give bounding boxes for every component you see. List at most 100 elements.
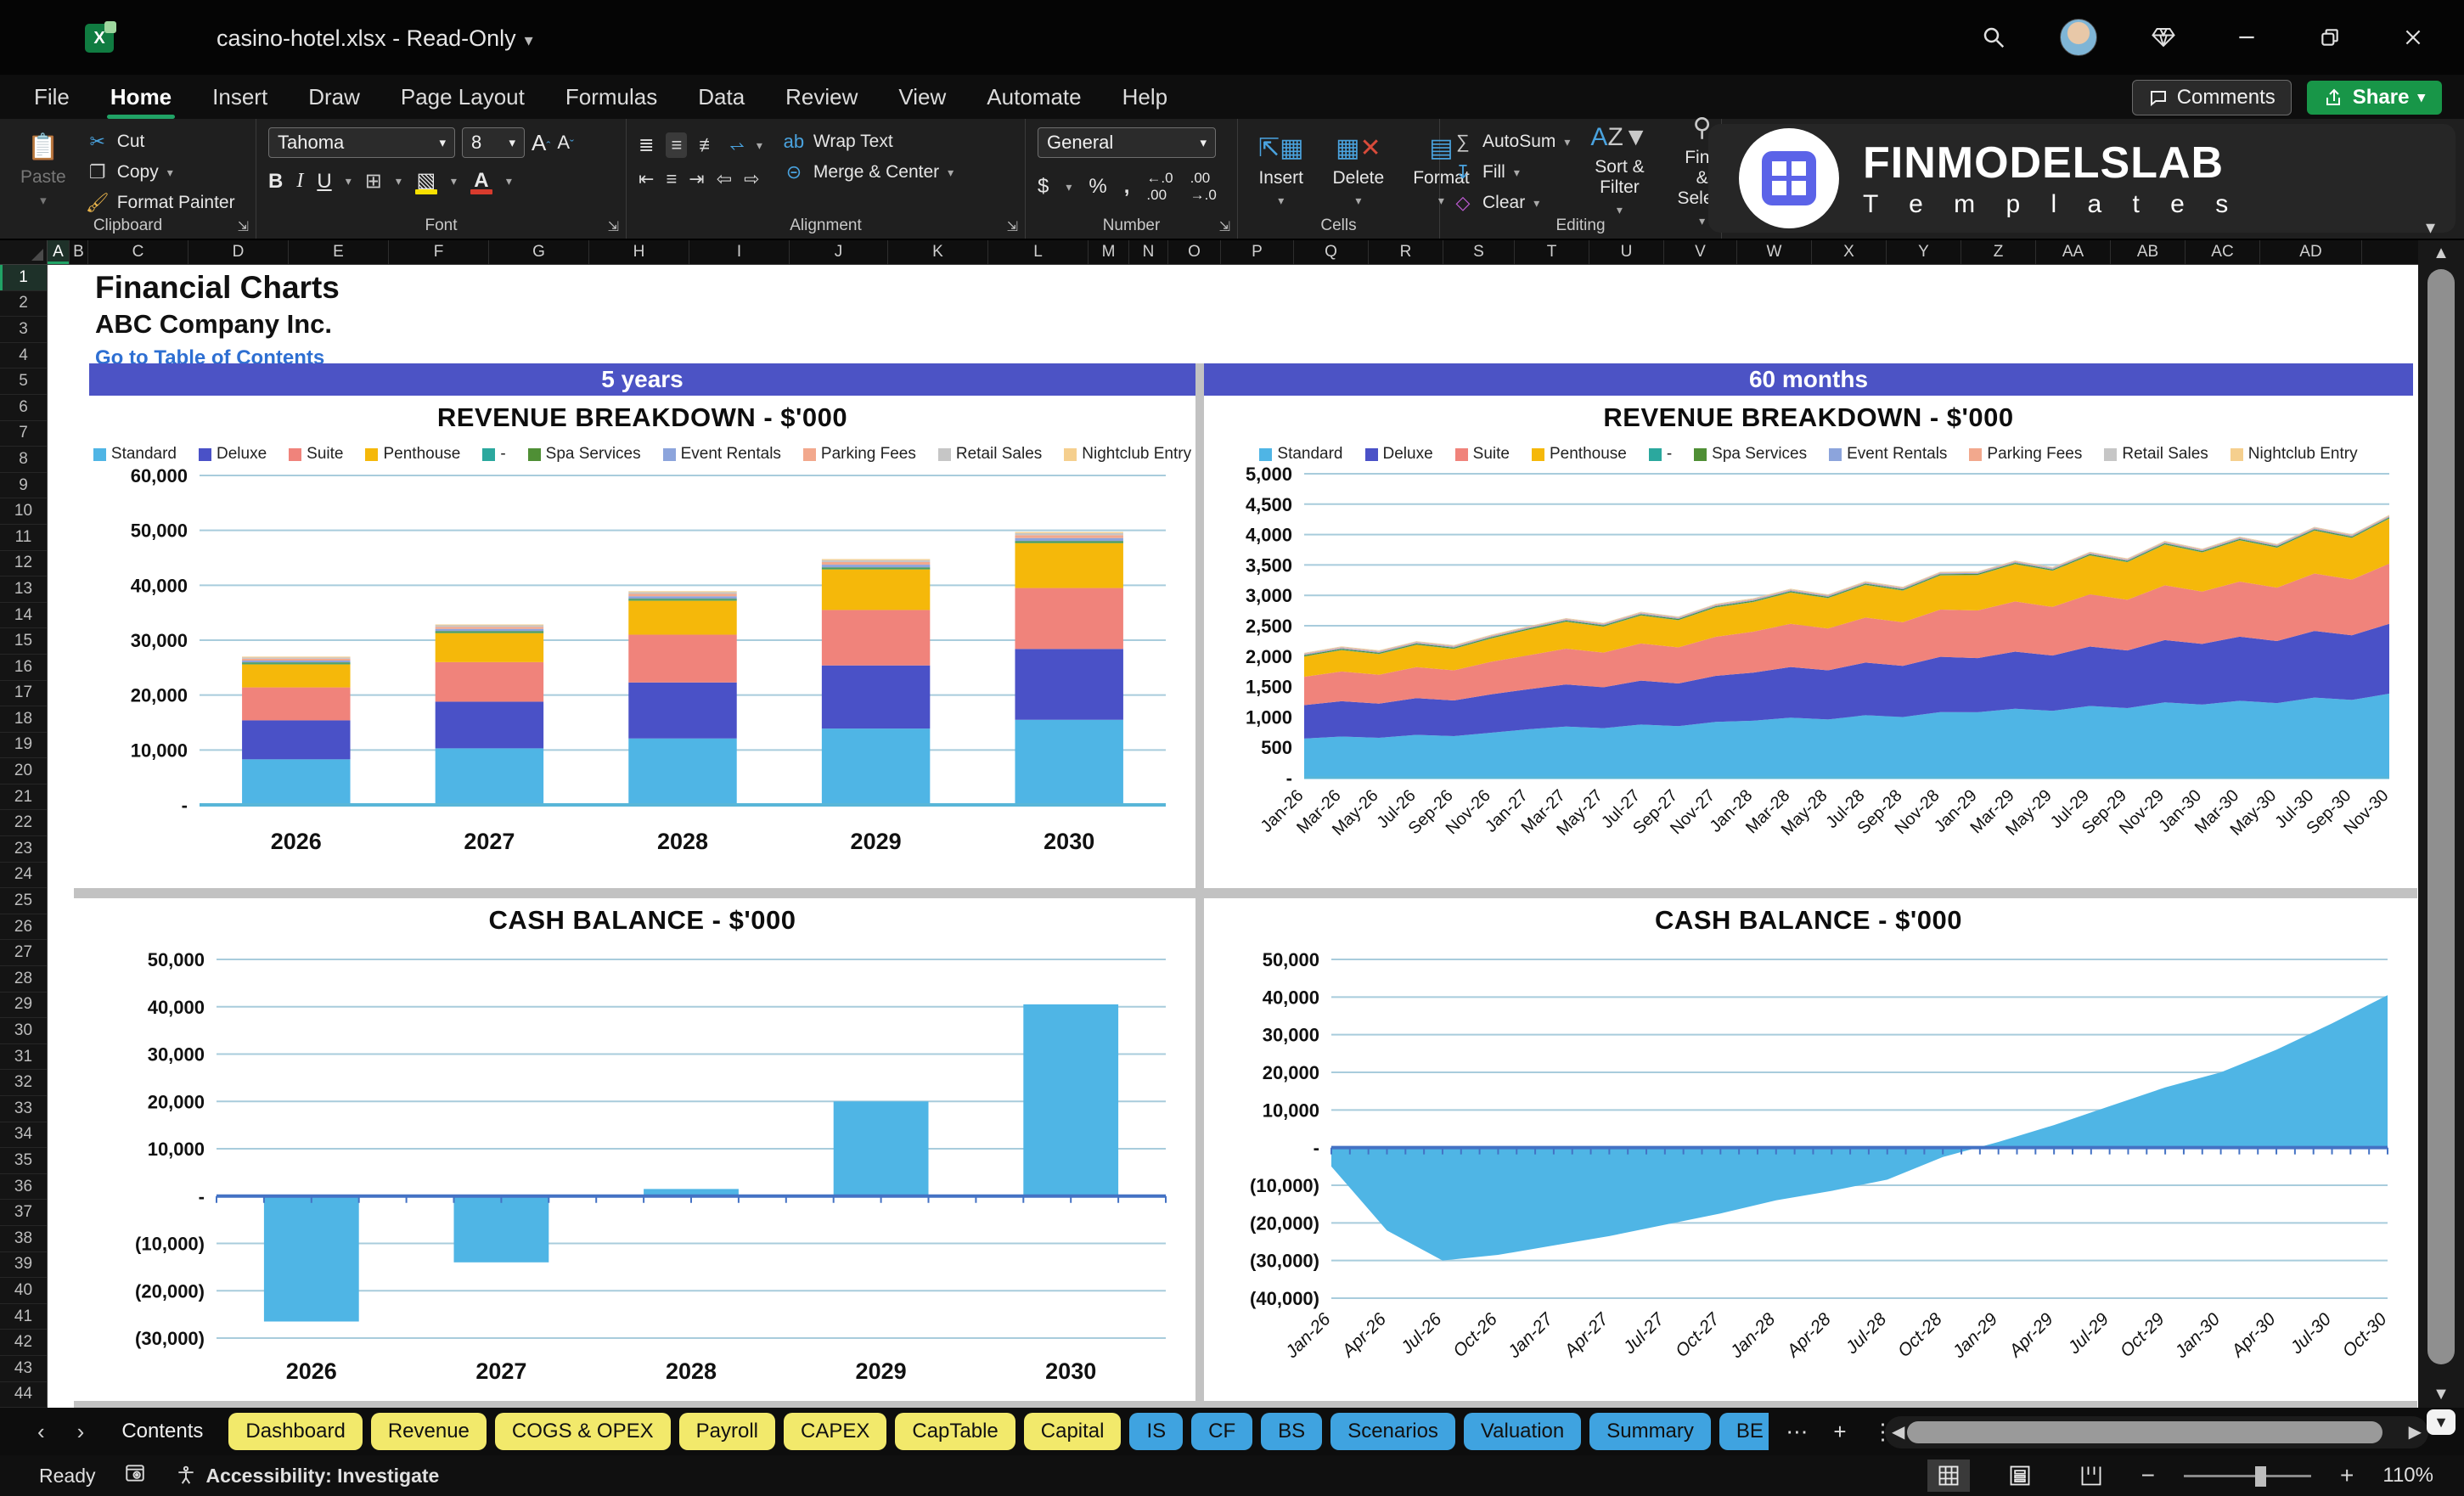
alignment-dialog-launcher[interactable]: ⇲ bbox=[1007, 218, 1018, 235]
macro-record-icon[interactable] bbox=[124, 1462, 146, 1490]
sheet-tab-summary[interactable]: Summary bbox=[1589, 1413, 1711, 1450]
column-header-F[interactable]: F bbox=[389, 240, 489, 264]
sheet-tab-be[interactable]: BE bbox=[1719, 1413, 1769, 1450]
sheet-tab-valuation[interactable]: Valuation bbox=[1464, 1413, 1581, 1450]
column-header-AC[interactable]: AC bbox=[2186, 240, 2260, 264]
column-header-P[interactable]: P bbox=[1221, 240, 1294, 264]
minimize-button[interactable] bbox=[2230, 20, 2264, 54]
bar-chart[interactable]: (30,000)(20,000)(10,000)-10,00020,00030,… bbox=[89, 936, 1195, 1394]
zoom-level[interactable]: 110% bbox=[2382, 1464, 2433, 1488]
column-header-W[interactable]: W bbox=[1737, 240, 1812, 264]
column-header-T[interactable]: T bbox=[1515, 240, 1589, 264]
row-header-16[interactable]: 16 bbox=[0, 655, 47, 681]
number-format-select[interactable]: General▾ bbox=[1038, 127, 1216, 158]
row-header-20[interactable]: 20 bbox=[0, 758, 47, 785]
cut-button[interactable]: ✂Cut bbox=[87, 131, 235, 153]
delete-cells-button[interactable]: ▦✕Delete▾ bbox=[1324, 127, 1392, 213]
sheet-tab-captable[interactable]: CapTable bbox=[895, 1413, 1015, 1450]
comma-button[interactable]: , bbox=[1124, 175, 1130, 199]
horizontal-scroll-thumb[interactable] bbox=[1907, 1421, 2382, 1443]
ribbon-tab-home[interactable]: Home bbox=[90, 77, 192, 117]
column-header-R[interactable]: R bbox=[1369, 240, 1443, 264]
clear-button[interactable]: ◇Clear▾ bbox=[1452, 192, 1570, 214]
row-header-6[interactable]: 6 bbox=[0, 395, 47, 421]
document-title[interactable]: casino-hotel.xlsx - Read-Only▾ bbox=[217, 25, 533, 52]
row-header-19[interactable]: 19 bbox=[0, 733, 47, 759]
collapse-ribbon-chevron[interactable]: ▾ bbox=[2426, 217, 2435, 239]
row-header-44[interactable]: 44 bbox=[0, 1382, 47, 1409]
row-header-29[interactable]: 29 bbox=[0, 993, 47, 1019]
sheet-nav-right[interactable]: › bbox=[65, 1419, 97, 1445]
align-bottom-button[interactable]: ≢ bbox=[699, 134, 717, 156]
row-header-28[interactable]: 28 bbox=[0, 966, 47, 993]
ribbon-tab-review[interactable]: Review bbox=[765, 77, 878, 117]
sheet-tab-capex[interactable]: CAPEX bbox=[784, 1413, 886, 1450]
row-header-1[interactable]: 1 bbox=[0, 265, 47, 291]
autosum-button[interactable]: ∑AutoSum▾ bbox=[1452, 131, 1570, 153]
sheet-tab-is[interactable]: IS bbox=[1129, 1413, 1183, 1450]
select-all-corner[interactable] bbox=[0, 240, 48, 264]
merge-center-button[interactable]: ⊝Merge & Center▾ bbox=[783, 161, 954, 183]
sheet-canvas[interactable]: Financial Charts ABC Company Inc. Go to … bbox=[48, 265, 2418, 1408]
column-header-M[interactable]: M bbox=[1089, 240, 1129, 264]
sheet-tab-scenarios[interactable]: Scenarios bbox=[1330, 1413, 1455, 1450]
currency-button[interactable]: $ bbox=[1038, 175, 1049, 199]
page-break-view-button[interactable] bbox=[2070, 1459, 2112, 1492]
column-header-I[interactable]: I bbox=[689, 240, 790, 264]
percent-button[interactable]: % bbox=[1089, 175, 1106, 199]
row-header-22[interactable]: 22 bbox=[0, 810, 47, 836]
sheet-tab-bs[interactable]: BS bbox=[1261, 1413, 1322, 1450]
ribbon-tab-data[interactable]: Data bbox=[678, 77, 765, 117]
row-header-13[interactable]: 13 bbox=[0, 576, 47, 603]
row-header-27[interactable]: 27 bbox=[0, 940, 47, 966]
stacked-area-chart[interactable]: -5001,0001,5002,0002,5003,0003,5004,0004… bbox=[1204, 464, 2413, 878]
column-header-V[interactable]: V bbox=[1664, 240, 1737, 264]
row-header-36[interactable]: 36 bbox=[0, 1174, 47, 1201]
decrease-indent-button[interactable]: ⇦ bbox=[717, 168, 732, 190]
align-middle-button[interactable]: ≡ bbox=[666, 132, 687, 158]
row-header-41[interactable]: 41 bbox=[0, 1304, 47, 1330]
row-header-26[interactable]: 26 bbox=[0, 914, 47, 941]
column-header-H[interactable]: H bbox=[589, 240, 689, 264]
row-header-42[interactable]: 42 bbox=[0, 1330, 47, 1356]
ribbon-tab-formulas[interactable]: Formulas bbox=[545, 77, 678, 117]
column-header-B[interactable]: B bbox=[70, 240, 88, 264]
paste-button[interactable]: 📋 Paste▾ bbox=[12, 127, 75, 213]
font-color-button[interactable]: A bbox=[470, 169, 492, 194]
column-header-G[interactable]: G bbox=[489, 240, 589, 264]
sheet-tab-payroll[interactable]: Payroll bbox=[679, 1413, 775, 1450]
ribbon-tab-draw[interactable]: Draw bbox=[288, 77, 380, 117]
font-size-select[interactable]: 8▾ bbox=[462, 127, 525, 158]
zoom-slider[interactable] bbox=[2184, 1475, 2311, 1477]
column-header-E[interactable]: E bbox=[289, 240, 389, 264]
scroll-right-arrow[interactable]: ▶ bbox=[2409, 1421, 2422, 1443]
row-header-9[interactable]: 9 bbox=[0, 473, 47, 499]
row-header-34[interactable]: 34 bbox=[0, 1122, 47, 1149]
italic-button[interactable]: I bbox=[296, 170, 303, 193]
row-header-40[interactable]: 40 bbox=[0, 1278, 47, 1304]
scroll-down-arrow[interactable]: ▼ bbox=[2418, 1385, 2464, 1404]
sheet-tab-cf[interactable]: CF bbox=[1191, 1413, 1252, 1450]
fill-color-button[interactable]: ▧ bbox=[415, 168, 437, 194]
premium-diamond-icon[interactable] bbox=[2146, 20, 2180, 54]
row-header-33[interactable]: 33 bbox=[0, 1096, 47, 1122]
column-header-AA[interactable]: AA bbox=[2036, 240, 2111, 264]
row-header-2[interactable]: 2 bbox=[0, 291, 47, 318]
area-chart[interactable]: (40,000)(30,000)(20,000)(10,000)-10,0002… bbox=[1204, 936, 2413, 1398]
row-header-43[interactable]: 43 bbox=[0, 1356, 47, 1382]
shrink-font-button[interactable]: Aˇ bbox=[557, 132, 574, 154]
underline-button[interactable]: U bbox=[317, 170, 331, 194]
column-header-L[interactable]: L bbox=[988, 240, 1089, 264]
number-dialog-launcher[interactable]: ⇲ bbox=[1219, 218, 1230, 235]
column-header-X[interactable]: X bbox=[1812, 240, 1887, 264]
font-name-select[interactable]: Tahoma▾ bbox=[268, 127, 455, 158]
vertical-scroll-thumb[interactable] bbox=[2427, 269, 2455, 1364]
column-header-O[interactable]: O bbox=[1168, 240, 1221, 264]
align-left-button[interactable]: ⇤ bbox=[639, 168, 654, 190]
decrease-decimal-button[interactable]: .00→.0 bbox=[1190, 170, 1217, 204]
zoom-out-button[interactable]: − bbox=[2141, 1462, 2155, 1489]
bold-button[interactable]: B bbox=[268, 170, 283, 194]
normal-view-button[interactable] bbox=[1927, 1459, 1970, 1492]
row-header-3[interactable]: 3 bbox=[0, 317, 47, 343]
row-header-4[interactable]: 4 bbox=[0, 343, 47, 369]
